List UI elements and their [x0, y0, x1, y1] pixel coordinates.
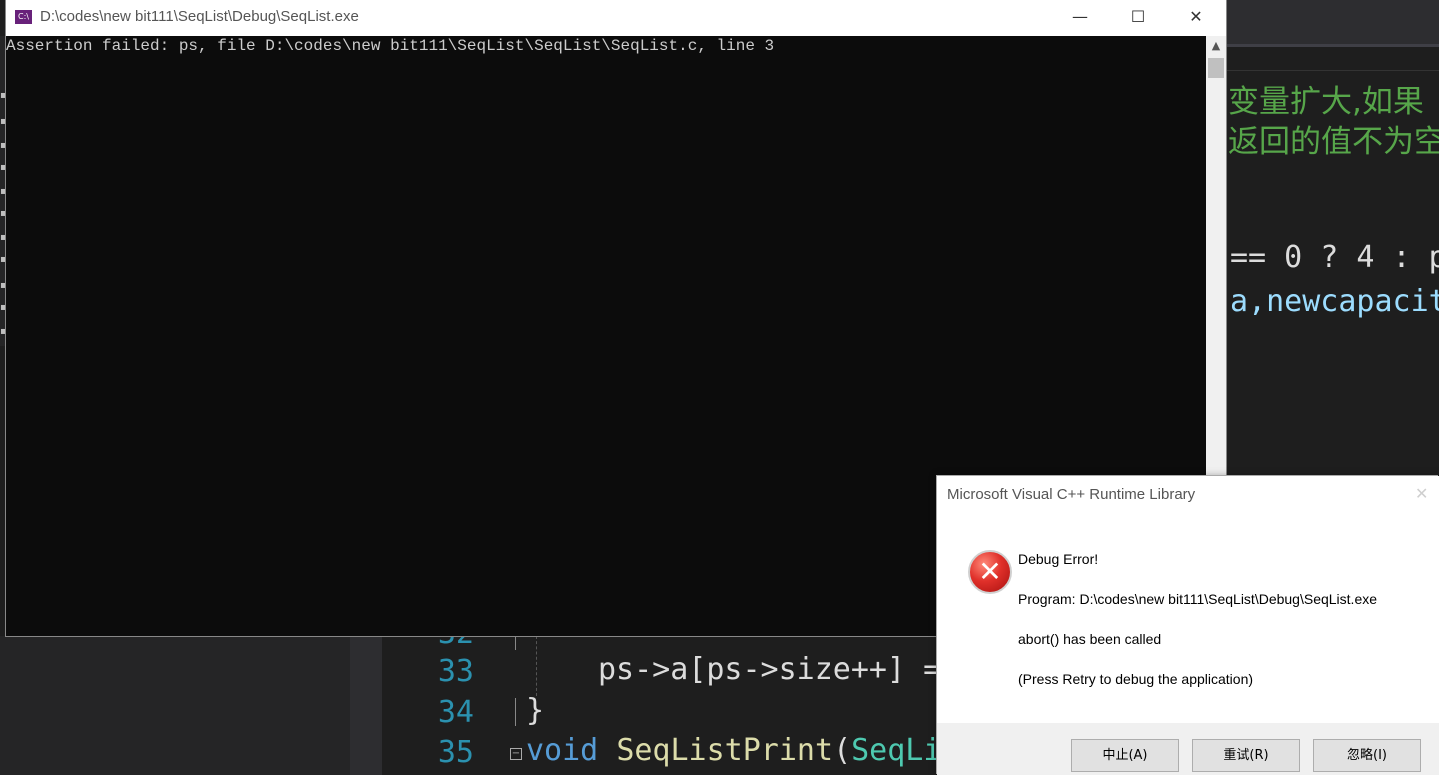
line-number: 35	[437, 735, 474, 770]
error-hint: (Press Retry to debug the application)	[1018, 671, 1254, 687]
abort-button[interactable]: 中止(A)	[1071, 739, 1179, 772]
code-line-35[interactable]: void SeqListPrint(SeqLi	[526, 733, 941, 768]
error-icon: ✕	[968, 550, 1012, 594]
code-line-34[interactable]: }	[526, 693, 544, 728]
fold-toggle-icon[interactable]: −	[510, 748, 522, 760]
code-line-33-text: ps->a[ps->size++] =	[598, 652, 942, 687]
ide-separator	[1227, 44, 1439, 47]
console-titlebar[interactable]: C:\ D:\codes\new bit111\SeqList\Debug\Se…	[6, 0, 1226, 36]
indent-guide	[536, 636, 538, 696]
editor-gutter	[350, 636, 382, 775]
maximize-button[interactable]: ☐	[1109, 0, 1167, 36]
ide-tabline	[1227, 70, 1439, 71]
code-realloc-text: a,newcapacity	[1230, 284, 1439, 319]
scope-line	[515, 698, 524, 726]
solution-explorer-pane	[0, 636, 350, 775]
console-app-icon[interactable]: C:\	[15, 10, 32, 24]
line-number: 34	[437, 695, 474, 730]
line-number: 33	[437, 654, 474, 689]
minimize-button[interactable]: —	[1051, 0, 1109, 36]
ignore-button[interactable]: 忽略(I)	[1313, 739, 1421, 772]
dialog-title: Microsoft Visual C++ Runtime Library	[947, 486, 1196, 503]
code-comment-line-1: 变量扩大,如果	[1228, 84, 1424, 120]
code-ternary-text: == 0 ? 4 : p	[1230, 240, 1439, 275]
console-output-text: Assertion failed: ps, file D:\codes\new …	[6, 37, 775, 55]
code-line-34-text: }	[526, 693, 545, 728]
code-line-33[interactable]: ps->a[ps->size++] =	[598, 652, 941, 687]
dialog-button-bar: 中止(A) 重试(R) 忽略(I)	[937, 723, 1439, 775]
keyword-void: void	[526, 733, 599, 768]
line-number: 32	[434, 636, 474, 651]
console-title: D:\codes\new bit111\SeqList\Debug\SeqLis…	[40, 8, 359, 25]
paren: (	[833, 733, 852, 768]
close-button[interactable]: ✕	[1167, 0, 1225, 36]
code-editor-bottom: 32 33 34 35 ps->a[ps->size++] = } − void…	[382, 636, 942, 775]
code-comment-line-2: 返回的值不为空	[1228, 124, 1439, 160]
error-heading: Debug Error!	[1018, 551, 1099, 567]
dialog-close-icon[interactable]: ✕	[1415, 484, 1428, 503]
scope-line	[515, 636, 524, 650]
code-realloc-line: a,newcapacity	[1230, 284, 1439, 319]
error-program-path: Program: D:\codes\new bit111\SeqList\Deb…	[1018, 591, 1378, 607]
function-name: SeqListPrint	[616, 733, 834, 768]
scroll-up-icon[interactable]: ▲	[1206, 36, 1226, 56]
scroll-thumb[interactable]	[1208, 58, 1224, 78]
ide-tab-bar	[1227, 0, 1439, 44]
type-name: SeqLi	[851, 733, 942, 768]
error-message: abort() has been called	[1018, 631, 1162, 647]
runtime-error-dialog[interactable]: Microsoft Visual C++ Runtime Library ✕ ✕…	[937, 476, 1439, 775]
code-ternary-line: == 0 ? 4 : p	[1230, 240, 1439, 275]
retry-button[interactable]: 重试(R)	[1192, 739, 1300, 772]
